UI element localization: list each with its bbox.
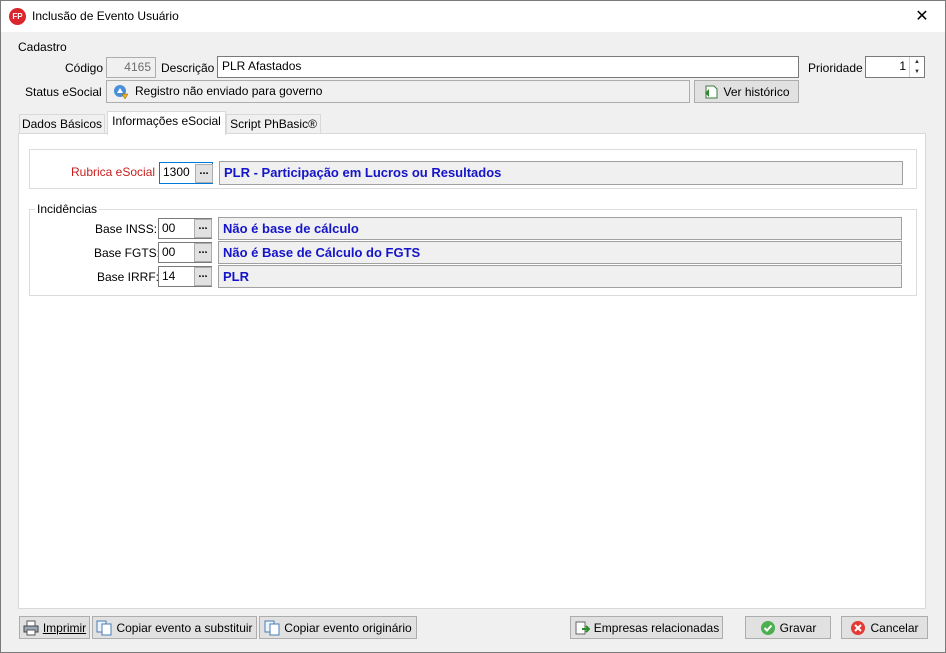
status-label: Status eSocial [25, 85, 102, 99]
ver-historico-button[interactable]: Ver histórico [694, 80, 799, 103]
ver-historico-label: Ver histórico [723, 84, 790, 99]
gravar-button[interactable]: Gravar [745, 616, 831, 639]
copiar-evento-originario-label: Copiar evento originário [284, 620, 412, 635]
prioridade-label: Prioridade [808, 61, 863, 75]
descricao-label: Descrição [161, 61, 215, 75]
spinner-up-icon[interactable]: ▲ [910, 57, 924, 67]
cancelar-button[interactable]: Cancelar [841, 616, 928, 639]
base-fgts-lookup-button[interactable]: ... [194, 243, 212, 262]
title-bar: FP Inclusão de Evento Usuário ✕ [1, 1, 945, 32]
copy-icon [96, 620, 112, 636]
warning-status-icon [113, 84, 129, 100]
printer-icon [23, 620, 39, 636]
base-fgts-description: Não é Base de Cálculo do FGTS [218, 241, 902, 264]
cadastro-group-title: Cadastro [16, 40, 69, 54]
imprimir-button[interactable]: Imprimir [19, 616, 90, 639]
base-inss-label: Base INSS: [95, 222, 158, 236]
status-text: Registro não enviado para governo [135, 84, 323, 98]
tab-informacoes-esocial[interactable]: Informações eSocial [107, 111, 226, 135]
status-field: Registro não enviado para governo [106, 80, 690, 103]
close-button[interactable]: ✕ [899, 1, 945, 32]
tab-dados-basicos[interactable]: Dados Básicos [19, 114, 105, 134]
spinner-down-icon[interactable]: ▼ [910, 67, 924, 77]
rubrica-label: Rubrica eSocial [71, 165, 156, 179]
descricao-input[interactable]: PLR Afastados [217, 56, 799, 78]
base-irrf-description: PLR [218, 265, 902, 288]
empresas-relacionadas-label: Empresas relacionadas [593, 620, 720, 635]
incidencias-title: Incidências [35, 202, 100, 216]
tab-script-phbasic[interactable]: Script PhBasic® [226, 114, 321, 134]
related-companies-icon [574, 620, 591, 636]
codigo-label: Código [65, 61, 104, 75]
copiar-evento-originario-button[interactable]: Copiar evento originário [259, 616, 417, 639]
gravar-label: Gravar [779, 620, 817, 635]
spinner-arrows[interactable]: ▲ ▼ [909, 57, 924, 77]
base-inss-lookup-button[interactable]: ... [194, 219, 212, 238]
base-inss-description: Não é base de cálculo [218, 217, 902, 240]
cancel-icon [850, 620, 866, 636]
copiar-evento-substituir-button[interactable]: Copiar evento a substituir [92, 616, 257, 639]
empresas-relacionadas-button[interactable]: Empresas relacionadas [570, 616, 723, 639]
prioridade-value: 1 [899, 59, 906, 73]
base-fgts-label: Base FGTS: [94, 246, 161, 260]
codigo-field: 4165 [106, 57, 156, 78]
base-irrf-lookup-button[interactable]: ... [194, 267, 212, 286]
imprimir-label: Imprimir [42, 620, 87, 635]
copiar-evento-substituir-label: Copiar evento a substituir [116, 620, 253, 635]
window-title: Inclusão de Evento Usuário [32, 9, 179, 23]
rubrica-description: PLR - Participação em Lucros ou Resultad… [219, 161, 903, 185]
cancelar-label: Cancelar [870, 620, 919, 635]
copy-icon [264, 620, 280, 636]
check-icon [760, 620, 776, 636]
dialog-window: FP Inclusão de Evento Usuário ✕ Cadastro… [0, 0, 946, 653]
base-irrf-label: Base IRRF: [97, 270, 160, 284]
app-logo-icon: FP [9, 8, 26, 25]
rubrica-lookup-button[interactable]: ... [195, 164, 213, 183]
tab-panel-esocial: Rubrica eSocial 1300 ... PLR - Participa… [18, 133, 926, 609]
history-icon [703, 84, 719, 100]
